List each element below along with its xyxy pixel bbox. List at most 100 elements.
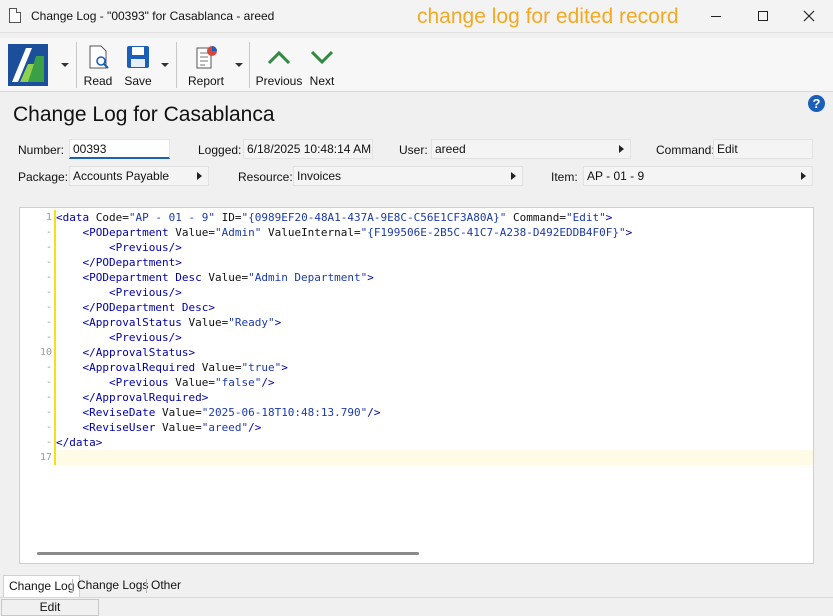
report-dropdown-icon[interactable] [235, 63, 243, 67]
code-token: Value= [175, 226, 215, 239]
title-bar: Change Log - "00393" for Casablanca - ar… [0, 0, 833, 33]
xml-editor[interactable]: 1 - - - - - - - - 10 - - - - - - 17 <data Code="AP - 01 … [19, 207, 814, 564]
report-button[interactable]: Report [187, 44, 225, 90]
code-token: "2025-06-18T10:48:13.790" [201, 406, 368, 419]
code-token: <data [56, 211, 96, 224]
chevron-up-icon [267, 50, 291, 65]
line-number-gutter: 1 - - - - - - - - 10 - - - - - - 17 [20, 208, 54, 548]
resource-field[interactable]: Invoices [293, 166, 523, 186]
package-field[interactable]: Accounts Payable [69, 166, 209, 186]
item-field[interactable]: AP - 01 - 9 [583, 166, 813, 186]
code-token: </ApprovalStatus> [56, 346, 196, 359]
line-number: 1 [45, 212, 52, 223]
code-token: Value= [175, 376, 215, 389]
code-line[interactable]: <Previous Value="false"/> [56, 375, 813, 390]
code-token: Value= [161, 421, 202, 434]
save-disk-icon [127, 46, 149, 68]
line-number: 17 [39, 452, 52, 463]
command-label: Command: [656, 143, 715, 157]
line-number: - [45, 227, 52, 238]
code-line[interactable]: <ApprovalStatus Value="Ready"> [56, 315, 813, 330]
read-document-icon [89, 45, 109, 69]
line-number: - [45, 317, 52, 328]
report-icon [196, 46, 217, 69]
code-line[interactable]: <data Code="AP - 01 - 9" ID="{0989EF20-4… [56, 210, 813, 225]
code-line[interactable]: </ApprovalStatus> [56, 345, 813, 360]
code-line[interactable]: <PODepartment Value="Admin" ValueInterna… [56, 225, 813, 240]
close-button[interactable] [786, 0, 832, 32]
line-number: - [45, 272, 52, 283]
code-line[interactable]: </PODepartment> [56, 255, 813, 270]
status-mode: Edit [1, 599, 99, 616]
next-button[interactable]: Next [308, 44, 336, 90]
resource-arrow-icon[interactable] [511, 172, 516, 180]
previous-button[interactable]: Previous [256, 44, 302, 90]
app-menu-dropdown-icon[interactable] [61, 63, 69, 67]
code-token: > [274, 316, 282, 329]
save-label: Save [124, 74, 152, 88]
number-label: Number: [18, 143, 65, 157]
line-number: - [45, 302, 52, 313]
package-value: Accounts Payable [73, 169, 170, 183]
status-bar: Edit [0, 597, 833, 616]
help-icon[interactable]: ? [808, 95, 825, 112]
user-arrow-icon[interactable] [619, 145, 624, 153]
code-token: </ApprovalRequired> [56, 391, 209, 404]
code-token: > [281, 361, 288, 374]
user-label: User: [399, 143, 428, 157]
code-line[interactable]: <Previous/> [56, 285, 813, 300]
chevron-down-icon [310, 50, 334, 65]
tab-change-log[interactable]: Change Log [3, 575, 81, 597]
code-line[interactable]: </PODepartment Desc> [56, 300, 813, 315]
code-token: /> [248, 421, 262, 434]
logged-field[interactable]: 6/18/2025 10:48:14 AM [243, 139, 373, 159]
code-token: /> [367, 406, 381, 419]
code-line[interactable]: <ApprovalRequired Value="true"> [56, 360, 813, 375]
maximize-icon [758, 11, 768, 21]
line-number: - [45, 332, 52, 343]
tab-other[interactable]: Other [146, 575, 186, 597]
code-line[interactable]: <Previous/> [56, 240, 813, 255]
line-number: - [45, 422, 52, 433]
command-field[interactable]: Edit [713, 139, 813, 159]
package-arrow-icon[interactable] [197, 172, 202, 180]
read-button[interactable]: Read [84, 44, 112, 90]
code-token: "false" [214, 376, 262, 389]
app-logo-icon[interactable] [8, 44, 48, 86]
code-token: <ApprovalRequired [56, 361, 202, 374]
minimize-button[interactable] [693, 0, 739, 32]
logged-label: Logged: [198, 143, 242, 157]
code-token: "Admin" [214, 226, 262, 239]
code-line[interactable]: <ReviseUser Value="areed"/> [56, 420, 813, 435]
code-line[interactable]: <PODepartment Desc Value="Admin Departme… [56, 270, 813, 285]
window-title: Change Log - "00393" for Casablanca - ar… [31, 9, 275, 23]
maximize-button[interactable] [740, 0, 786, 32]
code-token: > [605, 211, 613, 224]
report-label: Report [187, 74, 225, 88]
code-line[interactable] [56, 450, 813, 465]
horizontal-scrollbar[interactable] [37, 552, 419, 555]
user-field[interactable]: areed [431, 139, 631, 159]
code-line[interactable]: </ApprovalRequired> [56, 390, 813, 405]
code-line[interactable]: <Previous/> [56, 330, 813, 345]
tab-change-logs[interactable]: Change Logs [72, 575, 153, 597]
item-value: AP - 01 - 9 [587, 169, 645, 183]
code-token: Command= [506, 211, 566, 224]
code-token: <Previous/> [56, 331, 182, 344]
code-line[interactable]: <ReviseDate Value="2025-06-18T10:48:13.7… [56, 405, 813, 420]
code-token: <ReviseUser [56, 421, 162, 434]
code-token: ID= [214, 211, 242, 224]
save-button[interactable]: Save [124, 44, 152, 90]
item-arrow-icon[interactable] [801, 172, 806, 180]
line-number: - [45, 392, 52, 403]
line-number: 10 [39, 347, 52, 358]
code-token: <PODepartment [56, 226, 176, 239]
code-token: <ReviseDate [56, 406, 162, 419]
code-token: <Previous/> [56, 286, 182, 299]
save-dropdown-icon[interactable] [161, 63, 169, 67]
code-token: "{0989EF20-48A1-437A-9E8C-C56E1CF3A80A}" [241, 211, 507, 224]
code-token: /> [261, 376, 275, 389]
code-line[interactable]: </data> [56, 435, 813, 450]
number-field[interactable]: 00393 [69, 139, 170, 159]
line-number: - [45, 257, 52, 268]
